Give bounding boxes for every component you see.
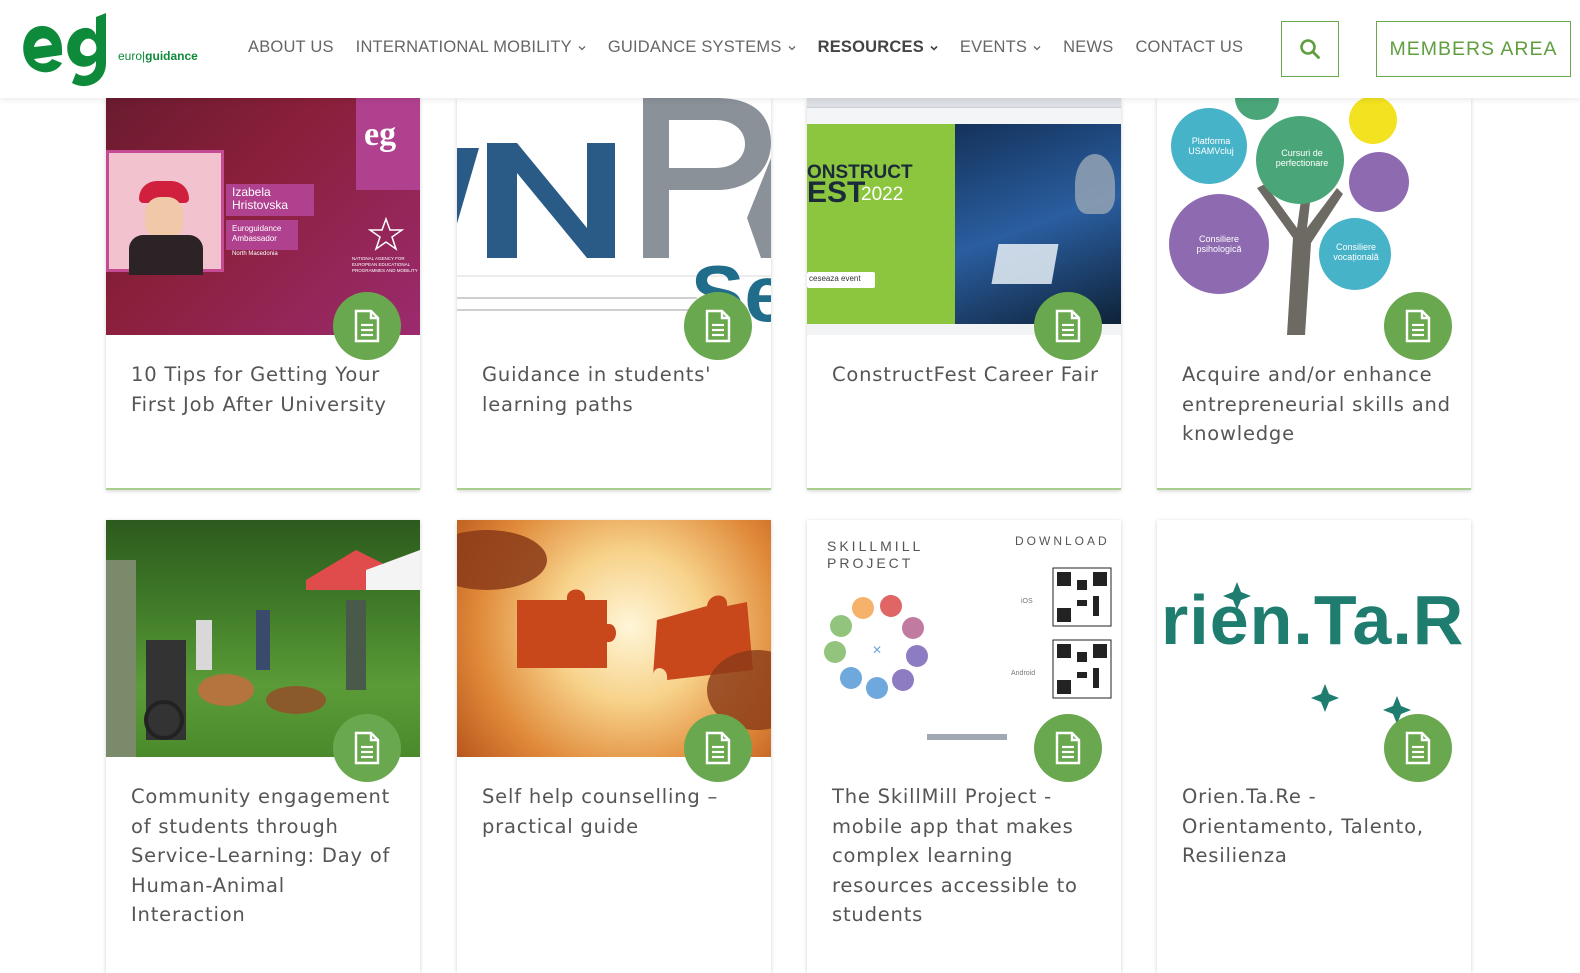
- resource-card-skillmill[interactable]: SKILLMILL PROJECT DOWNLOAD ✕ iOS Android…: [807, 520, 1121, 973]
- card-title[interactable]: Acquire and/or enhance entrepreneurial s…: [1182, 360, 1452, 449]
- nav-guidance-systems[interactable]: GUIDANCE SYSTEMS: [608, 38, 796, 57]
- constructfest-banner: ONSTRUCT EST 2022 ceseaza event: [807, 124, 955, 324]
- document-icon: [705, 731, 731, 765]
- resource-card-self-help-counselling[interactable]: Self help counselling – practical guide: [457, 520, 771, 973]
- eg-badge: eg: [356, 98, 420, 190]
- members-area-button[interactable]: MEMBERS AREA: [1376, 21, 1571, 77]
- ios-label: iOS: [1021, 598, 1033, 605]
- card-title[interactable]: Community engagement of students through…: [131, 782, 401, 930]
- nav-about-us[interactable]: ABOUT US: [248, 38, 334, 57]
- nav-resources[interactable]: RESOURCES: [818, 38, 938, 57]
- bubble-label: Consiliere vocațională: [1333, 242, 1379, 262]
- resource-card-constructfest[interactable]: ONSTRUCT EST 2022 ceseaza event Construc…: [807, 98, 1121, 490]
- search-button[interactable]: [1281, 21, 1339, 77]
- resource-card-guidance-learning-paths[interactable]: Se Guidance in students' learning paths: [457, 98, 771, 490]
- document-icon: [354, 309, 380, 343]
- card-title[interactable]: 10 Tips for Getting Your First Job After…: [131, 360, 401, 419]
- star-icon: [368, 216, 404, 251]
- document-icon: [1405, 731, 1431, 765]
- card-title[interactable]: Guidance in students' learning paths: [482, 360, 752, 419]
- chevron-down-icon: [930, 45, 938, 51]
- site-header: euro|guidance ABOUT US INTERNATIONAL MOB…: [0, 0, 1580, 98]
- nav-international-mobility[interactable]: INTERNATIONAL MOBILITY: [356, 38, 586, 57]
- card-title[interactable]: Self help counselling – practical guide: [482, 782, 752, 841]
- document-badge: [1384, 292, 1452, 360]
- android-label: Android: [1011, 670, 1036, 677]
- document-icon: [1405, 309, 1431, 343]
- chevron-down-icon: [1033, 45, 1041, 50]
- document-badge: [684, 714, 752, 782]
- name-plate: Izabela Hristovska: [226, 184, 314, 216]
- document-badge: [1034, 292, 1102, 360]
- svg-text:✕: ✕: [872, 643, 882, 657]
- logo-wordmark: euro|guidance: [118, 49, 198, 63]
- resource-card-first-job-tips[interactable]: Izabela Hristovska Euroguidance Ambassad…: [106, 98, 420, 490]
- document-badge: [1384, 714, 1452, 782]
- nav-news[interactable]: NEWS: [1063, 38, 1113, 57]
- document-icon: [705, 309, 731, 343]
- role-plate: Euroguidance Ambassador: [226, 220, 298, 250]
- ambassador-photo: [106, 150, 224, 275]
- document-icon: [354, 731, 380, 765]
- document-badge: [1034, 714, 1102, 782]
- document-icon: [1055, 731, 1081, 765]
- country-text: North Macedonia: [232, 251, 278, 257]
- nav-events[interactable]: EVENTS: [960, 38, 1041, 57]
- document-badge: [684, 292, 752, 360]
- agency-text: NATIONAL AGENCY FOR EUROPEAN EDUCATIONAL…: [352, 256, 418, 273]
- main-nav: ABOUT US INTERNATIONAL MOBILITY GUIDANCE…: [248, 38, 1265, 57]
- bubble-label: Consiliere psihologică: [1196, 234, 1242, 254]
- nav-contact-us[interactable]: CONTACT US: [1135, 38, 1243, 57]
- bubble-label: Platforma USAMVcluj: [1188, 136, 1234, 156]
- eg-logo-mark: [23, 13, 106, 87]
- chevron-down-icon: [788, 45, 796, 50]
- card-title[interactable]: The SkillMill Project - mobile app that …: [832, 782, 1102, 930]
- search-icon: [1300, 39, 1320, 59]
- chevron-down-icon: [578, 45, 586, 50]
- document-badge: [333, 714, 401, 782]
- city-photo: [955, 124, 1121, 324]
- document-badge: [333, 292, 401, 360]
- resource-card-service-learning[interactable]: Community engagement of students through…: [106, 520, 420, 973]
- card-title[interactable]: Orien.Ta.Re - Orientamento, Talento, Res…: [1182, 782, 1452, 871]
- card-title[interactable]: ConstructFest Career Fair: [832, 360, 1102, 390]
- site-logo[interactable]: euro|guidance: [14, 9, 214, 89]
- resource-card-orientare[interactable]: rien.Ta.R Orien.Ta.Re - Orientamento, Ta…: [1157, 520, 1471, 973]
- resource-card-entrepreneurial-skills[interactable]: Platforma USAMVcluj Cursuri de perfectio…: [1157, 98, 1471, 490]
- document-icon: [1055, 309, 1081, 343]
- bubble-label: Cursuri de perfectionare: [1275, 148, 1329, 168]
